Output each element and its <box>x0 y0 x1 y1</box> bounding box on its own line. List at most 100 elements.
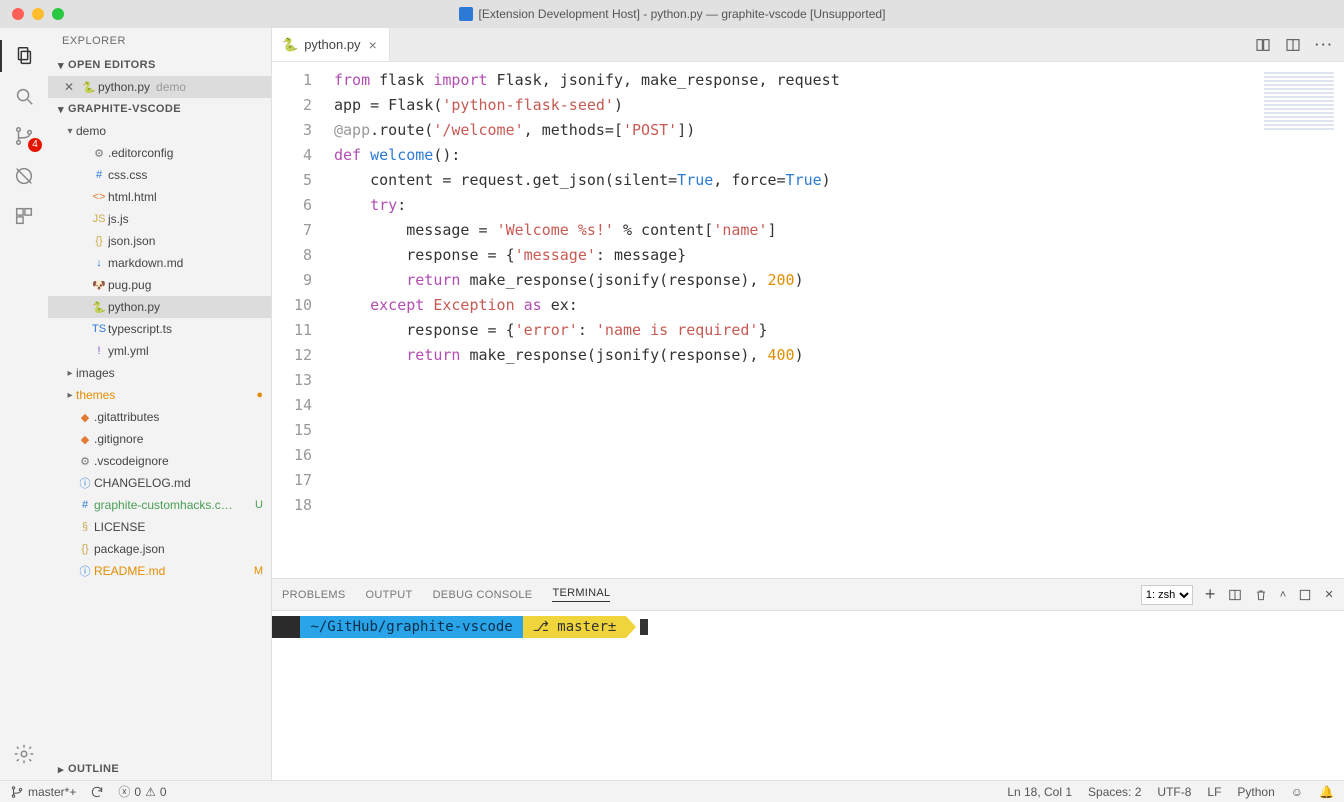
activity-explorer[interactable] <box>0 36 48 76</box>
activity-settings[interactable] <box>0 734 48 774</box>
status-language[interactable]: Python <box>1237 785 1274 799</box>
file-label: typescript.ts <box>108 322 172 336</box>
yml-file-icon: ! <box>90 345 108 357</box>
open-editor-item[interactable]: ✕ 🐍 python.py demo <box>48 76 271 98</box>
file-item[interactable]: JSjs.js <box>48 208 271 230</box>
file-meta: demo <box>156 80 186 94</box>
file-item[interactable]: 🐶pug.pug <box>48 274 271 296</box>
window-minimize[interactable] <box>32 8 44 20</box>
terminal-cursor <box>640 619 648 635</box>
status-bell-icon[interactable]: 🔔 <box>1319 785 1334 799</box>
status-spaces[interactable]: Spaces: 2 <box>1088 785 1141 799</box>
split-editor-icon[interactable] <box>1285 37 1301 53</box>
file-label: html.html <box>108 190 157 204</box>
branch-icon <box>10 785 24 799</box>
file-item[interactable]: !yml.yml <box>48 340 271 362</box>
file-item[interactable]: {}package.json <box>48 538 271 560</box>
file-label: CHANGELOG.md <box>94 476 191 490</box>
file-item[interactable]: ⚙.vscodeignore <box>48 450 271 472</box>
python-file-icon: 🐍 <box>282 37 298 53</box>
git-decoration: M <box>254 565 271 577</box>
md-file-icon: ↓ <box>90 257 108 269</box>
file-label: python.py <box>98 80 150 94</box>
compare-icon[interactable] <box>1255 37 1271 53</box>
panel-close-icon[interactable]: ✕ <box>1324 588 1334 601</box>
file-item[interactable]: TStypescript.ts <box>48 318 271 340</box>
workspace-section[interactable]: ▾ GRAPHITE-VSCODE <box>48 98 271 120</box>
more-icon[interactable]: ··· <box>1315 37 1334 52</box>
minimap[interactable] <box>1252 62 1344 578</box>
new-terminal-icon[interactable]: + <box>1205 584 1216 605</box>
chevron-down-icon: ▾ <box>54 59 68 72</box>
activity-scm[interactable]: 4 <box>0 116 48 156</box>
close-tab-icon[interactable]: × <box>367 37 379 53</box>
git-file-icon: ◆ <box>76 433 94 446</box>
css-file-icon: # <box>90 169 108 181</box>
status-branch[interactable]: master*+ <box>10 785 76 799</box>
prompt-seg-branch: ⎇ master± <box>523 616 627 638</box>
status-lncol[interactable]: Ln 18, Col 1 <box>1007 785 1072 799</box>
chevron-right-icon: ▸ <box>64 368 76 379</box>
file-item[interactable]: ⓘCHANGELOG.md <box>48 472 271 494</box>
activity-extensions[interactable] <box>0 196 48 236</box>
code-area[interactable]: from flask import Flask, jsonify, make_r… <box>328 62 1252 578</box>
panel-tab-problems[interactable]: PROBLEMS <box>282 589 346 601</box>
search-icon <box>13 85 35 107</box>
status-eol[interactable]: LF <box>1207 785 1221 799</box>
close-icon[interactable]: ✕ <box>64 80 80 94</box>
folder-item[interactable]: ▸images <box>48 362 271 384</box>
file-item[interactable]: ⓘREADME.mdM <box>48 560 271 582</box>
warning-icon: ⚠ <box>145 785 156 799</box>
file-label: LICENSE <box>94 520 145 534</box>
html-file-icon: <> <box>90 191 108 203</box>
status-feedback-icon[interactable]: ☺ <box>1291 785 1303 799</box>
explorer-sidebar: EXPLORER ▾ OPEN EDITORS ✕ 🐍 python.py de… <box>48 28 272 780</box>
folder-item[interactable]: ▸themes● <box>48 384 271 406</box>
window-close[interactable] <box>12 8 24 20</box>
info-file-icon: ⓘ <box>76 475 94 491</box>
editor-tab[interactable]: 🐍 python.py × <box>272 28 390 61</box>
gear-icon <box>13 743 35 765</box>
file-item[interactable]: ⚙.editorconfig <box>48 142 271 164</box>
file-label: .gitattributes <box>94 410 159 424</box>
panel-tab-terminal[interactable]: TERMINAL <box>552 587 610 602</box>
panel-tab-debug[interactable]: DEBUG CONSOLE <box>433 589 533 601</box>
file-item[interactable]: ↓markdown.md <box>48 252 271 274</box>
activity-debug[interactable] <box>0 156 48 196</box>
file-item[interactable]: {}json.json <box>48 230 271 252</box>
file-item[interactable]: ◆.gitattributes <box>48 406 271 428</box>
status-encoding[interactable]: UTF-8 <box>1157 785 1191 799</box>
status-problems[interactable]: ⓧ0 ⚠0 <box>118 783 166 800</box>
open-editors-section[interactable]: ▾ OPEN EDITORS <box>48 54 271 76</box>
panel-maximize-icon[interactable] <box>1298 588 1312 602</box>
activity-search[interactable] <box>0 76 48 116</box>
terminal[interactable]: ~/GitHub/graphite-vscode ⎇ master± <box>272 610 1344 780</box>
file-item[interactable]: ◆.gitignore <box>48 428 271 450</box>
file-label: yml.yml <box>108 344 149 358</box>
file-label: css.css <box>108 168 147 182</box>
file-item[interactable]: #graphite-customhacks.c…U <box>48 494 271 516</box>
tab-actions: ··· <box>1245 28 1344 61</box>
file-item[interactable]: <>html.html <box>48 186 271 208</box>
outline-section[interactable]: ▸ OUTLINE <box>48 758 271 780</box>
file-item[interactable]: 🐍python.py <box>48 296 271 318</box>
bottom-panel: PROBLEMS OUTPUT DEBUG CONSOLE TERMINAL 1… <box>272 578 1344 780</box>
panel-up-icon[interactable]: ˄ <box>1280 589 1287 601</box>
editor-group: 🐍 python.py × ··· 1234567891011121314151… <box>272 28 1344 780</box>
split-terminal-icon[interactable] <box>1228 588 1242 602</box>
editor-tabs: 🐍 python.py × ··· <box>272 28 1344 62</box>
file-item[interactable]: §LICENSE <box>48 516 271 538</box>
json-file-icon: {} <box>90 235 108 247</box>
file-label: js.js <box>108 212 129 226</box>
panel-tab-output[interactable]: OUTPUT <box>366 589 413 601</box>
status-sync[interactable] <box>90 785 104 799</box>
kill-terminal-icon[interactable] <box>1254 588 1268 602</box>
folder-item[interactable]: ▾demo <box>48 120 271 142</box>
ts-file-icon: TS <box>90 323 108 335</box>
terminal-select[interactable]: 1: zsh <box>1141 585 1193 605</box>
window-title: [Extension Development Host] - python.py… <box>479 7 886 21</box>
window-maximize[interactable] <box>52 8 64 20</box>
file-item[interactable]: #css.css <box>48 164 271 186</box>
code-editor[interactable]: 123456789101112131415161718 from flask i… <box>272 62 1344 578</box>
file-label: .gitignore <box>94 432 143 446</box>
